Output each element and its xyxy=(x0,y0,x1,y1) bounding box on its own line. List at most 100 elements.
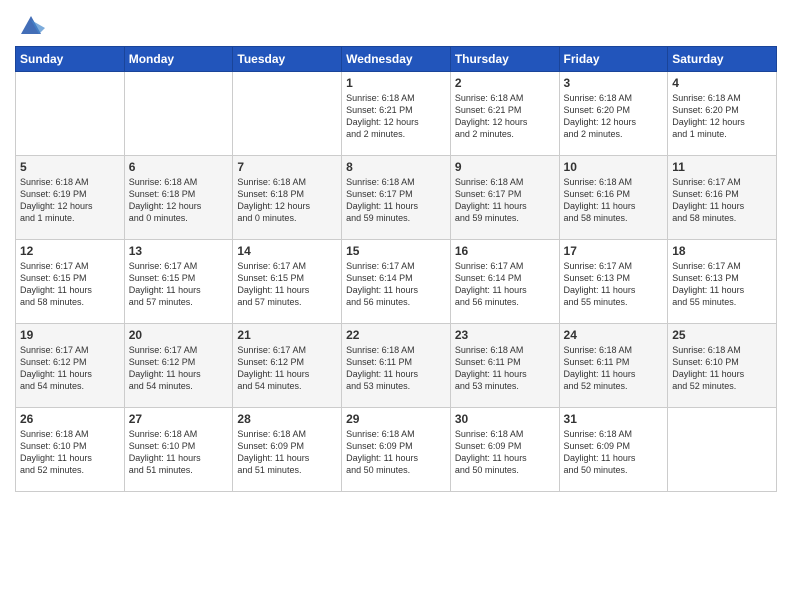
calendar-day-cell: 4 Sunrise: 6:18 AM Sunset: 6:20 PM Daylig… xyxy=(668,72,777,156)
day-number: 29 xyxy=(346,412,446,426)
calendar-day-cell: 5 Sunrise: 6:18 AM Sunset: 6:19 PM Daylig… xyxy=(16,156,125,240)
calendar-day-cell: 3 Sunrise: 6:18 AM Sunset: 6:20 PM Daylig… xyxy=(559,72,668,156)
day-info: Sunrise: 6:17 AM Sunset: 6:12 PM Dayligh… xyxy=(129,344,229,393)
calendar-day-cell: 21 Sunrise: 6:17 AM Sunset: 6:12 PM Dayli… xyxy=(233,324,342,408)
day-info: Sunrise: 6:18 AM Sunset: 6:17 PM Dayligh… xyxy=(346,176,446,225)
logo xyxy=(15,10,45,38)
day-info: Sunrise: 6:17 AM Sunset: 6:13 PM Dayligh… xyxy=(564,260,664,309)
day-number: 11 xyxy=(672,160,772,174)
calendar-day-cell: 30 Sunrise: 6:18 AM Sunset: 6:09 PM Dayli… xyxy=(450,408,559,492)
day-info: Sunrise: 6:17 AM Sunset: 6:14 PM Dayligh… xyxy=(346,260,446,309)
day-number: 10 xyxy=(564,160,664,174)
day-number: 13 xyxy=(129,244,229,258)
calendar-header-cell: Saturday xyxy=(668,47,777,72)
calendar-day-cell: 26 Sunrise: 6:18 AM Sunset: 6:10 PM Dayli… xyxy=(16,408,125,492)
day-number: 22 xyxy=(346,328,446,342)
day-number: 5 xyxy=(20,160,120,174)
calendar-header-cell: Monday xyxy=(124,47,233,72)
day-number: 2 xyxy=(455,76,555,90)
day-info: Sunrise: 6:18 AM Sunset: 6:18 PM Dayligh… xyxy=(237,176,337,225)
day-info: Sunrise: 6:17 AM Sunset: 6:13 PM Dayligh… xyxy=(672,260,772,309)
day-info: Sunrise: 6:17 AM Sunset: 6:15 PM Dayligh… xyxy=(129,260,229,309)
calendar-week-row: 5 Sunrise: 6:18 AM Sunset: 6:19 PM Daylig… xyxy=(16,156,777,240)
day-info: Sunrise: 6:18 AM Sunset: 6:10 PM Dayligh… xyxy=(672,344,772,393)
day-info: Sunrise: 6:17 AM Sunset: 6:12 PM Dayligh… xyxy=(237,344,337,393)
calendar-header-cell: Wednesday xyxy=(342,47,451,72)
day-info: Sunrise: 6:18 AM Sunset: 6:17 PM Dayligh… xyxy=(455,176,555,225)
calendar-day-cell: 27Sunrise: 6:18 AM Sunset: 6:10 PM Dayli… xyxy=(124,408,233,492)
day-info: Sunrise: 6:18 AM Sunset: 6:11 PM Dayligh… xyxy=(455,344,555,393)
calendar-week-row: 19 Sunrise: 6:17 AM Sunset: 6:12 PM Dayli… xyxy=(16,324,777,408)
calendar-day-cell: 31Sunrise: 6:18 AM Sunset: 6:09 PM Dayli… xyxy=(559,408,668,492)
day-info: Sunrise: 6:18 AM Sunset: 6:09 PM Dayligh… xyxy=(564,428,664,477)
day-info: Sunrise: 6:18 AM Sunset: 6:09 PM Dayligh… xyxy=(346,428,446,477)
day-number: 25 xyxy=(672,328,772,342)
day-number: 3 xyxy=(564,76,664,90)
calendar-week-row: 26 Sunrise: 6:18 AM Sunset: 6:10 PM Dayli… xyxy=(16,408,777,492)
day-number: 15 xyxy=(346,244,446,258)
day-info: Sunrise: 6:17 AM Sunset: 6:16 PM Dayligh… xyxy=(672,176,772,225)
calendar-day-cell: 12 Sunrise: 6:17 AM Sunset: 6:15 PM Dayli… xyxy=(16,240,125,324)
day-info: Sunrise: 6:18 AM Sunset: 6:09 PM Dayligh… xyxy=(455,428,555,477)
calendar-day-cell: 13 Sunrise: 6:17 AM Sunset: 6:15 PM Dayli… xyxy=(124,240,233,324)
calendar-day-cell: 9Sunrise: 6:18 AM Sunset: 6:17 PM Daylig… xyxy=(450,156,559,240)
calendar-day-cell: 2 Sunrise: 6:18 AM Sunset: 6:21 PM Daylig… xyxy=(450,72,559,156)
calendar-week-row: 1Sunrise: 6:18 AM Sunset: 6:21 PM Daylig… xyxy=(16,72,777,156)
day-number: 19 xyxy=(20,328,120,342)
calendar-day-cell xyxy=(233,72,342,156)
day-info: Sunrise: 6:18 AM Sunset: 6:11 PM Dayligh… xyxy=(346,344,446,393)
calendar-day-cell xyxy=(124,72,233,156)
calendar-header-cell: Friday xyxy=(559,47,668,72)
day-number: 14 xyxy=(237,244,337,258)
day-number: 6 xyxy=(129,160,229,174)
day-info: Sunrise: 6:18 AM Sunset: 6:21 PM Dayligh… xyxy=(346,92,446,141)
day-number: 8 xyxy=(346,160,446,174)
day-number: 20 xyxy=(129,328,229,342)
day-number: 4 xyxy=(672,76,772,90)
day-number: 21 xyxy=(237,328,337,342)
day-info: Sunrise: 6:18 AM Sunset: 6:21 PM Dayligh… xyxy=(455,92,555,141)
calendar-day-cell: 17 Sunrise: 6:17 AM Sunset: 6:13 PM Dayli… xyxy=(559,240,668,324)
calendar-body: 1Sunrise: 6:18 AM Sunset: 6:21 PM Daylig… xyxy=(16,72,777,492)
day-number: 23 xyxy=(455,328,555,342)
calendar-day-cell: 19 Sunrise: 6:17 AM Sunset: 6:12 PM Dayli… xyxy=(16,324,125,408)
day-info: Sunrise: 6:18 AM Sunset: 6:20 PM Dayligh… xyxy=(564,92,664,141)
day-info: Sunrise: 6:18 AM Sunset: 6:10 PM Dayligh… xyxy=(129,428,229,477)
calendar-day-cell: 10Sunrise: 6:18 AM Sunset: 6:16 PM Dayli… xyxy=(559,156,668,240)
day-info: Sunrise: 6:17 AM Sunset: 6:12 PM Dayligh… xyxy=(20,344,120,393)
calendar-day-cell: 23 Sunrise: 6:18 AM Sunset: 6:11 PM Dayli… xyxy=(450,324,559,408)
day-info: Sunrise: 6:18 AM Sunset: 6:10 PM Dayligh… xyxy=(20,428,120,477)
calendar-header-cell: Sunday xyxy=(16,47,125,72)
day-number: 12 xyxy=(20,244,120,258)
calendar-day-cell: 28 Sunrise: 6:18 AM Sunset: 6:09 PM Dayli… xyxy=(233,408,342,492)
day-number: 17 xyxy=(564,244,664,258)
day-number: 30 xyxy=(455,412,555,426)
day-number: 24 xyxy=(564,328,664,342)
calendar-day-cell: 22 Sunrise: 6:18 AM Sunset: 6:11 PM Dayli… xyxy=(342,324,451,408)
calendar-day-cell: 7 Sunrise: 6:18 AM Sunset: 6:18 PM Daylig… xyxy=(233,156,342,240)
logo-icon xyxy=(17,10,45,38)
day-info: Sunrise: 6:17 AM Sunset: 6:15 PM Dayligh… xyxy=(20,260,120,309)
header xyxy=(15,10,777,38)
calendar-day-cell: 14Sunrise: 6:17 AM Sunset: 6:15 PM Dayli… xyxy=(233,240,342,324)
calendar-day-cell: 16Sunrise: 6:17 AM Sunset: 6:14 PM Dayli… xyxy=(450,240,559,324)
day-number: 7 xyxy=(237,160,337,174)
calendar-day-cell: 11 Sunrise: 6:17 AM Sunset: 6:16 PM Dayli… xyxy=(668,156,777,240)
day-info: Sunrise: 6:18 AM Sunset: 6:20 PM Dayligh… xyxy=(672,92,772,141)
day-number: 26 xyxy=(20,412,120,426)
calendar-day-cell: 25 Sunrise: 6:18 AM Sunset: 6:10 PM Dayli… xyxy=(668,324,777,408)
calendar-day-cell: 20 Sunrise: 6:17 AM Sunset: 6:12 PM Dayli… xyxy=(124,324,233,408)
day-number: 16 xyxy=(455,244,555,258)
calendar-day-cell: 1Sunrise: 6:18 AM Sunset: 6:21 PM Daylig… xyxy=(342,72,451,156)
day-number: 18 xyxy=(672,244,772,258)
day-info: Sunrise: 6:18 AM Sunset: 6:19 PM Dayligh… xyxy=(20,176,120,225)
calendar: SundayMondayTuesdayWednesdayThursdayFrid… xyxy=(15,46,777,492)
calendar-day-cell: 24 Sunrise: 6:18 AM Sunset: 6:11 PM Dayli… xyxy=(559,324,668,408)
day-number: 28 xyxy=(237,412,337,426)
calendar-day-cell xyxy=(16,72,125,156)
calendar-day-cell xyxy=(668,408,777,492)
day-info: Sunrise: 6:18 AM Sunset: 6:11 PM Dayligh… xyxy=(564,344,664,393)
calendar-day-cell: 18 Sunrise: 6:17 AM Sunset: 6:13 PM Dayli… xyxy=(668,240,777,324)
calendar-day-cell: 15 Sunrise: 6:17 AM Sunset: 6:14 PM Dayli… xyxy=(342,240,451,324)
day-info: Sunrise: 6:18 AM Sunset: 6:09 PM Dayligh… xyxy=(237,428,337,477)
